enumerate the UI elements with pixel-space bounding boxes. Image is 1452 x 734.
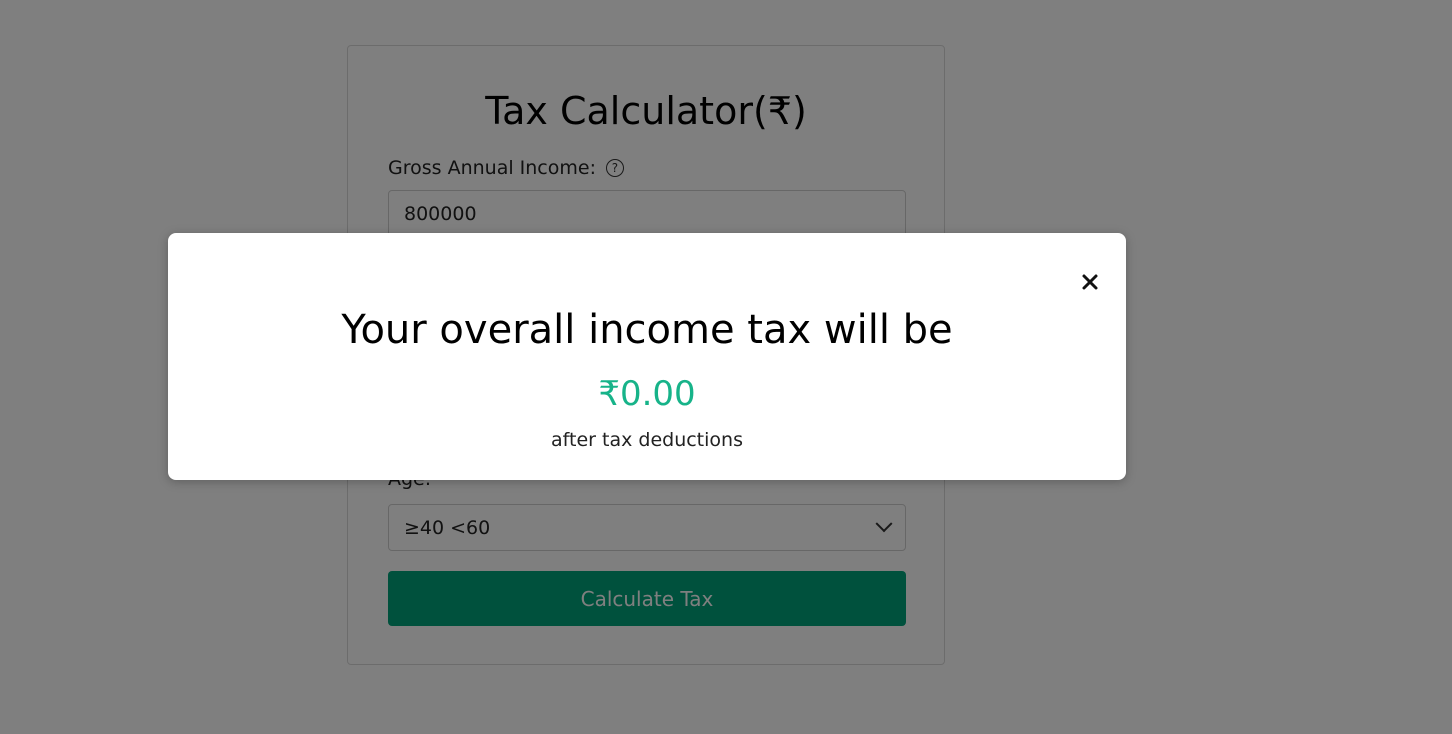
tax-amount: ₹0.00 <box>598 374 696 414</box>
modal-heading: Your overall income tax will be <box>341 307 953 353</box>
modal-subtext: after tax deductions <box>551 429 743 451</box>
close-icon[interactable] <box>1078 270 1102 294</box>
result-modal: Your overall income tax will be ₹0.00 af… <box>168 233 1126 480</box>
